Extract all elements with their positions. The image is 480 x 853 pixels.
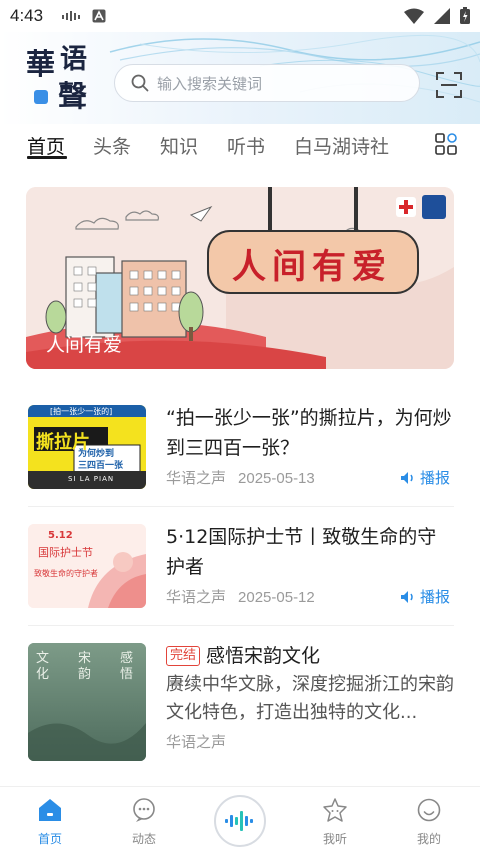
nav-feed-label: 动态 xyxy=(131,832,156,846)
article-thumbnail: 5.12 国际护士节 致敬生命的守护者 xyxy=(28,524,146,608)
signal-icon xyxy=(434,7,450,24)
scan-icon[interactable] xyxy=(436,72,462,98)
search-input[interactable]: 输入搜索关键词 xyxy=(114,64,420,102)
nav-listening[interactable]: 我听 xyxy=(305,797,365,847)
article-date: 2025-05-13 xyxy=(238,470,315,487)
nav-home[interactable]: 首页 xyxy=(20,797,80,847)
article-source: 华语之声 xyxy=(166,470,227,487)
tab-knowledge[interactable]: 知识 xyxy=(160,132,198,159)
album-cover: 文化 宋韵 感悟 xyxy=(28,643,146,761)
thumbnail-illustration xyxy=(28,524,146,608)
logo-char-yu: 语 xyxy=(60,44,87,75)
thumb-text-top: [拍一张少一张的] xyxy=(50,407,113,416)
album-cover-text-1: 文化 xyxy=(36,651,50,682)
album-title: 感悟宋韵文化 xyxy=(206,645,321,667)
broadcast-button[interactable]: 播报 xyxy=(400,467,450,488)
featured-banner[interactable]: 人间有爱 人间有爱 xyxy=(26,187,454,369)
album-title-row: 完结 感悟宋韵文化 xyxy=(166,641,454,671)
search-icon xyxy=(131,74,149,92)
completed-badge: 完结 xyxy=(166,646,201,666)
thumb-text-q2: 三四百一张 xyxy=(78,461,124,471)
banner-sign-text: 人间有爱 xyxy=(232,247,392,287)
signal-wave-icon xyxy=(62,11,80,21)
album-item[interactable]: 文化 宋韵 感悟 完结 感悟宋韵文化 赓续中华文脉，深度挖掘浙江的宋韵文化特色，打… xyxy=(0,625,480,765)
header: 華 语 聲 输入搜索关键词 xyxy=(0,32,480,124)
battery-icon xyxy=(460,7,470,24)
tab-poetry-club[interactable]: 白马湖诗社 xyxy=(294,132,389,159)
banner-caption: 人间有爱 xyxy=(46,334,123,356)
article-thumbnail: [拍一张少一张的] 撕拉片 为何炒到 三四百一张 SI LA PIAN xyxy=(28,405,146,489)
thumb-text-tagline: 致敬生命的守护者 xyxy=(34,569,98,578)
article-title: 5·12国际护士节丨致敬生命的守护者 xyxy=(166,526,437,578)
article-item[interactable]: 5.12 国际护士节 致敬生命的守护者 5·12国际护士节丨致敬生命的守护者 华… xyxy=(0,506,480,626)
audio-wave-icon xyxy=(225,811,253,831)
thumb-text-en: SI LA PIAN xyxy=(68,475,115,483)
article-meta: 华语之声 2025-05-12 xyxy=(166,586,315,607)
search-placeholder: 输入搜索关键词 xyxy=(157,74,263,93)
status-time: 4:43 xyxy=(10,6,44,25)
article-title: “拍一张少一张”的撕拉片，为何炒到三四百一张？ xyxy=(166,407,452,459)
tab-headlines[interactable]: 头条 xyxy=(93,132,131,159)
app-notification-icon xyxy=(92,9,106,23)
album-cover-text-3: 感悟 xyxy=(120,651,134,682)
app-logo: 華 语 聲 xyxy=(24,46,94,116)
status-notification-icons xyxy=(62,9,106,23)
nav-profile[interactable]: 我的 xyxy=(399,797,459,847)
nav-listening-label: 我听 xyxy=(322,832,347,846)
wifi-icon xyxy=(404,8,424,24)
bottom-navigation: 首页 动态 我听 我的 xyxy=(0,786,480,853)
speaker-icon xyxy=(401,471,413,484)
tab-home[interactable]: 首页 xyxy=(27,132,65,159)
nav-feed[interactable]: 动态 xyxy=(114,797,174,847)
logo-badge-icon xyxy=(34,90,48,104)
broadcast-label: 播报 xyxy=(420,588,451,606)
home-icon xyxy=(39,799,61,821)
star-face-icon xyxy=(323,798,347,822)
album-source: 华语之声 xyxy=(166,734,227,751)
nav-profile-label: 我的 xyxy=(416,832,441,846)
article-meta: 华语之声 2025-05-13 xyxy=(166,467,315,488)
broadcast-button[interactable]: 播报 xyxy=(400,586,450,607)
thumb-text-date: 5.12 xyxy=(48,530,73,541)
album-cover-text-2: 宋韵 xyxy=(78,651,92,682)
logo-char-sheng: 聲 xyxy=(58,79,88,113)
tab-audiobooks[interactable]: 听书 xyxy=(227,132,265,159)
broadcast-label: 播报 xyxy=(420,469,451,487)
logo-char-hua: 華 xyxy=(26,47,56,81)
active-tab-indicator xyxy=(27,156,67,159)
article-source: 华语之声 xyxy=(166,589,227,606)
article-date: 2025-05-12 xyxy=(238,589,315,606)
smile-icon xyxy=(417,798,441,822)
album-description: 赓续中华文脉，深度挖掘浙江的宋韵文化特色，打造出独特的文化... xyxy=(166,674,454,723)
status-system-icons xyxy=(404,7,470,24)
audio-player-button[interactable] xyxy=(214,795,266,847)
category-grid-icon[interactable] xyxy=(435,133,457,155)
article-item[interactable]: [拍一张少一张的] 撕拉片 为何炒到 三四百一张 SI LA PIAN “拍一张… xyxy=(0,387,480,507)
status-bar: 4:43 xyxy=(0,0,480,32)
chat-icon xyxy=(133,798,155,822)
album-meta: 华语之声 xyxy=(166,731,226,752)
nav-home-label: 首页 xyxy=(37,832,62,846)
thumb-text-holiday: 国际护士节 xyxy=(38,546,93,559)
speaker-icon xyxy=(401,590,413,603)
category-tabs: 首页 头条 知识 听书 白马湖诗社 xyxy=(0,124,480,166)
